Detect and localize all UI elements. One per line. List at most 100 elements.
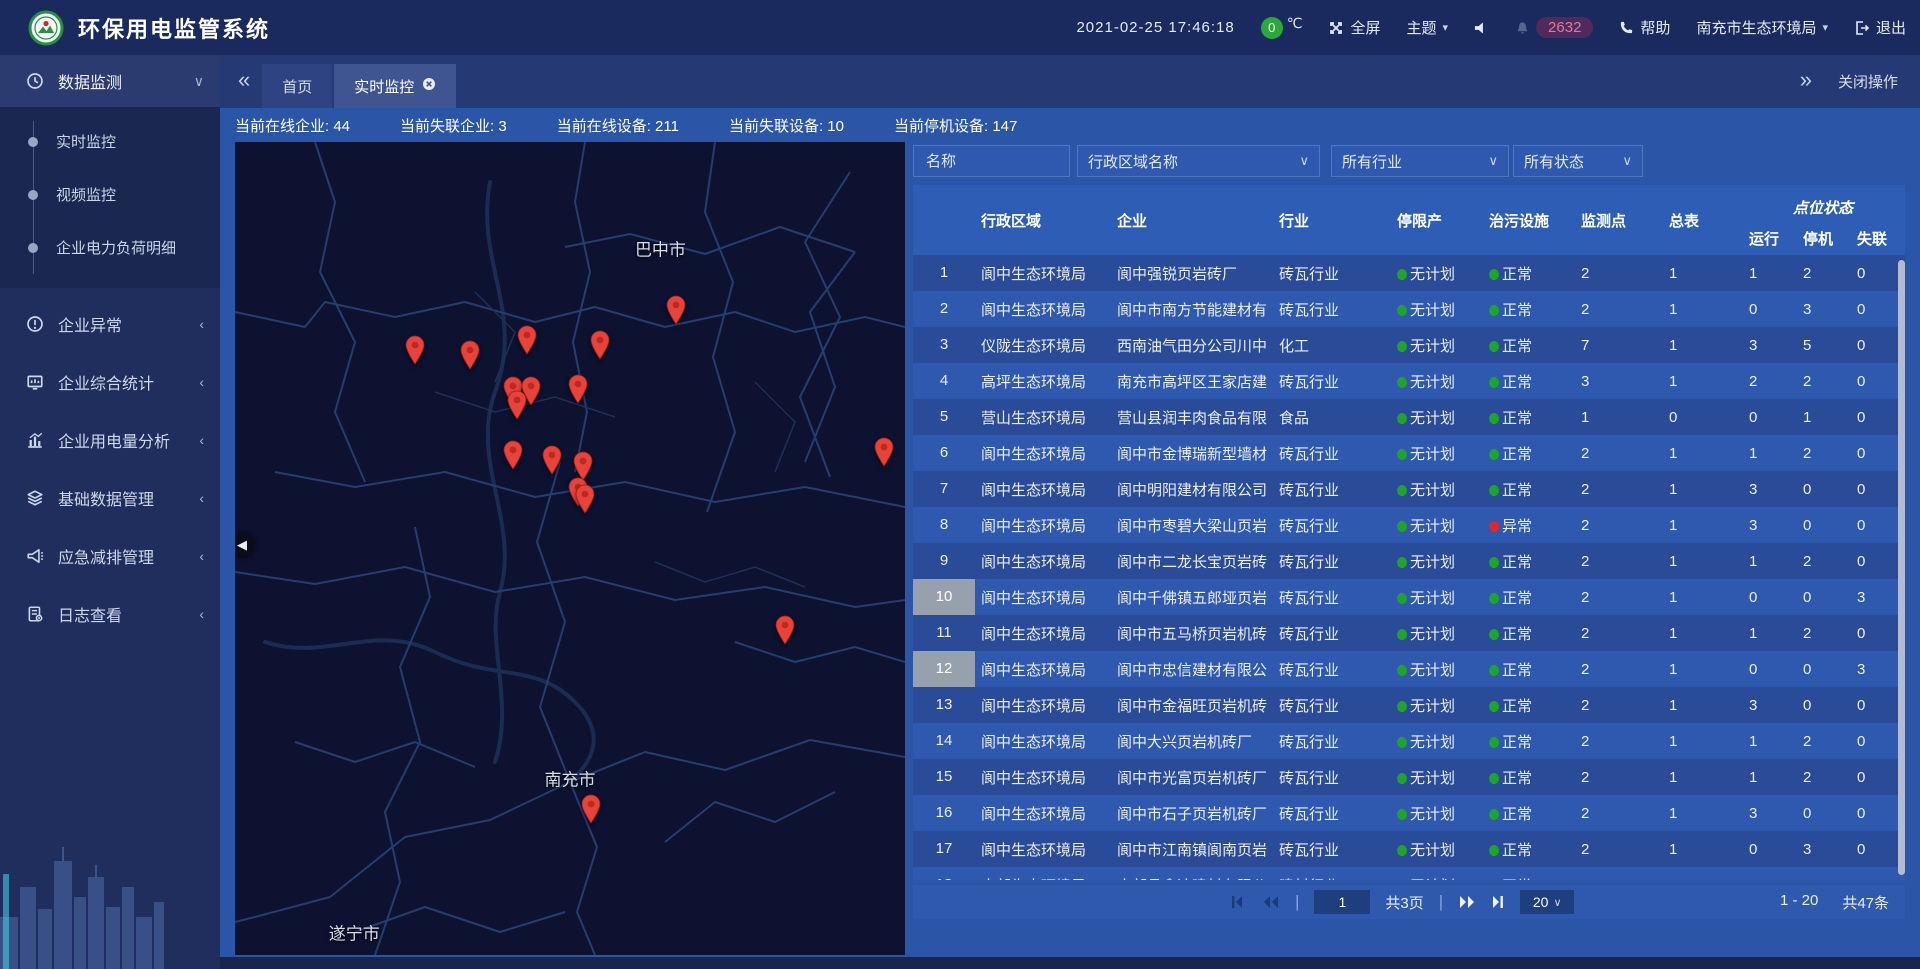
tab-close-icon[interactable] bbox=[422, 77, 436, 95]
sidebar-group-3[interactable]: 企业用电量分析‹ bbox=[0, 418, 220, 462]
map-marker-1[interactable] bbox=[459, 340, 481, 370]
table-row[interactable]: 5营山生态环境局营山县润丰肉食品有限食品无计划正常10010 bbox=[913, 399, 1905, 435]
map-marker-10[interactable] bbox=[541, 445, 563, 475]
map-pin-icon bbox=[589, 330, 611, 360]
sidebar-group-2[interactable]: 企业综合统计‹ bbox=[0, 360, 220, 404]
datetime: 2021-02-25 17:46:18 bbox=[1076, 19, 1234, 36]
tab-1[interactable]: 实时监控 bbox=[334, 64, 456, 108]
table-row[interactable]: 10阆中生态环境局阆中千佛镇五郎垭页岩砖瓦行业无计划正常21003 bbox=[913, 579, 1905, 615]
first-page-icon bbox=[1231, 895, 1247, 909]
previous-page-button[interactable] bbox=[1262, 895, 1280, 909]
page-size-select[interactable]: 20∨ bbox=[1520, 890, 1574, 914]
cell-region: 阆中生态环境局 bbox=[975, 767, 1111, 788]
gauge-icon bbox=[26, 72, 44, 90]
table-row[interactable]: 15阆中生态环境局阆中市光富页岩机砖厂砖瓦行业无计划正常21120 bbox=[913, 759, 1905, 795]
map-pin-icon bbox=[459, 340, 481, 370]
region-select[interactable]: 行政区域名称∨ bbox=[1077, 145, 1320, 177]
logout-button[interactable]: 退出 bbox=[1854, 17, 1906, 38]
table-row[interactable]: 1阆中生态环境局阆中强锐页岩砖厂砖瓦行业无计划正常21120 bbox=[913, 255, 1905, 291]
app-logo-icon bbox=[28, 10, 64, 46]
cell-stop-production: 无计划 bbox=[1391, 695, 1483, 716]
table-row[interactable]: 11阆中生态环境局阆中市五马桥页岩机砖砖瓦行业无计划正常21120 bbox=[913, 615, 1905, 651]
map-marker-8[interactable] bbox=[506, 390, 528, 420]
map-marker-15[interactable] bbox=[774, 615, 796, 645]
table-row[interactable]: 7阆中生态环境局阆中明阳建材有限公司砖瓦行业无计划正常21300 bbox=[913, 471, 1905, 507]
table-row[interactable]: 13阆中生态环境局阆中市金福旺页岩机砖砖瓦行业无计划正常21300 bbox=[913, 687, 1905, 723]
map-marker-0[interactable] bbox=[404, 335, 426, 365]
cell-monitor-points: 2 bbox=[1575, 877, 1663, 881]
cell-total-meter: 0 bbox=[1663, 409, 1743, 426]
name-search-input[interactable] bbox=[924, 152, 1059, 171]
table-row[interactable]: 8阆中生态环境局阆中市枣碧大梁山页岩砖瓦行业无计划异常21300 bbox=[913, 507, 1905, 543]
cell-disconnected: 0 bbox=[1851, 805, 1903, 822]
tabs-scroll-left-icon[interactable]: « bbox=[220, 69, 262, 95]
map-marker-14[interactable] bbox=[873, 437, 895, 467]
table-row[interactable]: 4高坪生态环境局南充市高坪区王家店建砖瓦行业无计划正常31220 bbox=[913, 363, 1905, 399]
first-page-button[interactable] bbox=[1231, 895, 1247, 909]
sidebar-item-0-1[interactable]: 视频监控 bbox=[0, 168, 220, 221]
table-scrollbar-thumb[interactable] bbox=[1898, 260, 1905, 875]
cell-company: 阆中千佛镇五郎垭页岩 bbox=[1111, 587, 1273, 608]
monitoring-panel: 行政区域名称∨ 所有行业∨ 所有状态∨ 行政区域 企业 行业 停限产 治污设施 … bbox=[913, 142, 1905, 921]
close-operations-button[interactable]: 关闭操作 bbox=[1838, 71, 1898, 92]
cell-treatment-facility: 正常 bbox=[1483, 803, 1575, 824]
fullscreen-button[interactable]: 全屏 bbox=[1328, 17, 1380, 38]
cell-stopped: 3 bbox=[1797, 301, 1851, 318]
table-row[interactable]: 12阆中生态环境局阆中市忠信建材有限公砖瓦行业无计划正常21003 bbox=[913, 651, 1905, 687]
cell-stopped: 0 bbox=[1797, 589, 1851, 606]
sidebar-group-4[interactable]: 基础数据管理‹ bbox=[0, 476, 220, 520]
map-marker-3[interactable] bbox=[589, 330, 611, 360]
chevron-left-icon: ‹ bbox=[199, 490, 204, 506]
cell-disconnected: 0 bbox=[1851, 733, 1903, 750]
stats-monitor-icon bbox=[26, 373, 44, 391]
tabs-scroll-right-icon[interactable]: » bbox=[1800, 69, 1812, 95]
notifications[interactable]: 2632 bbox=[1515, 17, 1593, 38]
map-marker-4[interactable] bbox=[665, 295, 687, 325]
chevron-left-icon: ‹ bbox=[199, 316, 204, 332]
sidebar-item-0-2[interactable]: 企业电力负荷明细 bbox=[0, 221, 220, 274]
table-row[interactable]: 2阆中生态环境局阆中市南方节能建材有砖瓦行业无计划正常21030 bbox=[913, 291, 1905, 327]
table-row[interactable]: 16阆中生态环境局阆中市石子页岩机砖厂砖瓦行业无计划正常21300 bbox=[913, 795, 1905, 831]
cell-industry: 砖瓦行业 bbox=[1273, 731, 1391, 752]
map-marker-7[interactable] bbox=[567, 374, 589, 404]
theme-dropdown[interactable]: 主题▾ bbox=[1407, 17, 1449, 38]
map-marker-13[interactable] bbox=[574, 484, 596, 514]
submenu-dot bbox=[28, 137, 38, 147]
cell-total-meter: 1 bbox=[1663, 697, 1743, 714]
cell-stop-production: 无计划 bbox=[1391, 443, 1483, 464]
sidebar-item-0-0[interactable]: 实时监控 bbox=[0, 115, 220, 168]
next-page-button[interactable] bbox=[1458, 895, 1476, 909]
city-label: 南充市 bbox=[545, 765, 596, 790]
help-button[interactable]: 帮助 bbox=[1619, 17, 1670, 38]
table-row[interactable]: 3仪陇生态环境局西南油气田分公司川中化工无计划正常71350 bbox=[913, 327, 1905, 363]
page-number-input[interactable]: 1 bbox=[1314, 890, 1370, 914]
cell-company: 阆中市二龙长宝页岩砖 bbox=[1111, 551, 1273, 572]
sidebar-group-5[interactable]: 应急减排管理‹ bbox=[0, 534, 220, 578]
cell-stop-production: 无计划 bbox=[1391, 335, 1483, 356]
map-marker-16[interactable] bbox=[580, 794, 602, 824]
status-select[interactable]: 所有状态∨ bbox=[1513, 145, 1643, 177]
map-canvas[interactable] bbox=[235, 142, 905, 955]
table-row[interactable]: 6阆中生态环境局阆中市金博瑞新型墙材砖瓦行业无计划正常21120 bbox=[913, 435, 1905, 471]
cell-total-meter: 1 bbox=[1663, 373, 1743, 390]
name-search-field[interactable] bbox=[913, 145, 1070, 177]
table-row[interactable]: 18南部生态环境局南部县鑫达建材有限公建材行业无计划正常20060 bbox=[913, 867, 1905, 880]
cell-company: 阆中市忠信建材有限公 bbox=[1111, 659, 1273, 680]
status-dot-green bbox=[1489, 557, 1499, 568]
org-dropdown[interactable]: 南充市生态环境局▾ bbox=[1696, 17, 1828, 38]
tab-0[interactable]: 首页 bbox=[262, 64, 332, 108]
mute-button[interactable] bbox=[1474, 20, 1489, 36]
table-row[interactable]: 17阆中生态环境局阆中市江南镇阆南页岩砖瓦行业无计划正常21030 bbox=[913, 831, 1905, 867]
table-row[interactable]: 14阆中生态环境局阆中大兴页岩机砖厂砖瓦行业无计划正常21120 bbox=[913, 723, 1905, 759]
map-marker-9[interactable] bbox=[502, 440, 524, 470]
sidebar-group-0[interactable]: 数据监测∨ bbox=[0, 55, 220, 107]
sidebar-group-1[interactable]: 企业异常‹ bbox=[0, 302, 220, 346]
cell-industry: 砖瓦行业 bbox=[1273, 443, 1391, 464]
sidebar-group-6[interactable]: 日志查看‹ bbox=[0, 592, 220, 636]
bell-icon bbox=[1515, 20, 1530, 36]
map-marker-2[interactable] bbox=[516, 325, 538, 355]
main-content: 当前在线企业: 44当前失联企业: 3当前在线设备: 211当前失联设备: 10… bbox=[220, 108, 1920, 969]
last-page-button[interactable] bbox=[1491, 895, 1505, 909]
table-row[interactable]: 9阆中生态环境局阆中市二龙长宝页岩砖砖瓦行业无计划正常21120 bbox=[913, 543, 1905, 579]
industry-select[interactable]: 所有行业∨ bbox=[1331, 145, 1509, 177]
